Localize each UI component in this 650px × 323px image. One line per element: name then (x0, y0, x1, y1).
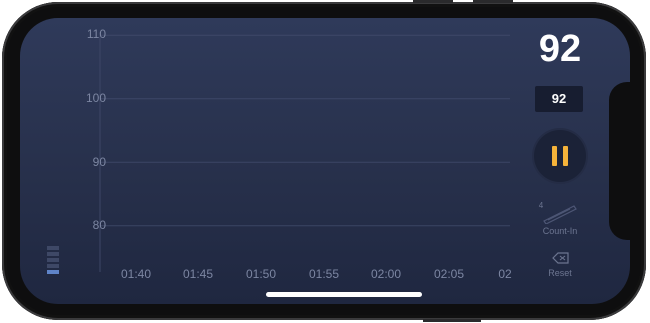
y-tick-label: 100 (85, 91, 106, 105)
y-tick-label: 110 (86, 27, 106, 41)
y-tick-label: 80 (92, 218, 106, 232)
count-in-label: Count-In (542, 226, 578, 236)
y-tick-label: 90 (92, 155, 106, 169)
pause-button[interactable] (534, 130, 586, 182)
reset-label: Reset (548, 268, 572, 278)
x-tick-label: 02:05 (433, 267, 465, 281)
side-button (413, 0, 453, 3)
x-tick-label: 02 (498, 267, 512, 281)
reset-button[interactable]: Reset (530, 248, 590, 282)
x-tick-label: 01:55 (308, 267, 340, 281)
backspace-icon (552, 252, 569, 264)
current-bpm: 92 (538, 28, 582, 70)
side-button (473, 0, 513, 3)
x-tick-label: 01:40 (120, 267, 152, 281)
metronome-icon (543, 205, 577, 224)
x-tick-label: 01:45 (182, 267, 214, 281)
x-tick-label: 01:50 (245, 267, 277, 281)
side-button (423, 319, 481, 322)
app-screen: 110 100 90 80 01:40 01:45 01:50 01:55 02… (20, 18, 630, 304)
count-in-button[interactable]: 4 Count-In (530, 198, 590, 240)
home-indicator (266, 292, 422, 297)
level-meter-icon (47, 246, 59, 276)
target-bpm-field[interactable]: 92 (535, 86, 583, 112)
camera-notch (609, 82, 630, 240)
x-tick-label: 02:00 (370, 267, 402, 281)
